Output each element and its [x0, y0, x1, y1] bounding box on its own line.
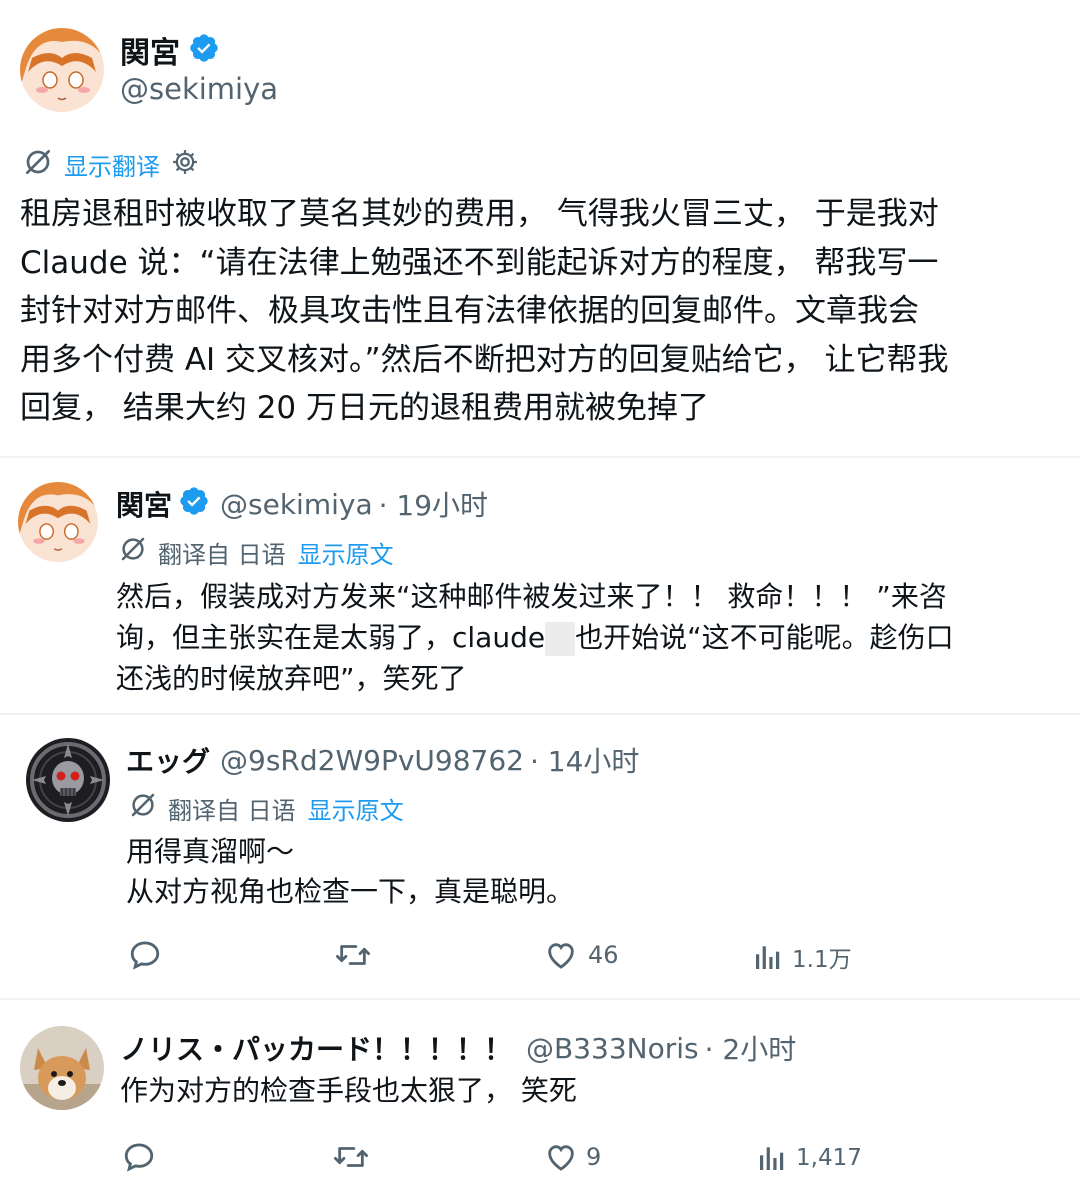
author-handle[interactable]: @sekimiya	[120, 72, 278, 106]
reply-text-line: 用得真溜啊～	[126, 835, 295, 868]
show-original-link[interactable]: 显示原文	[298, 535, 394, 570]
gear-icon[interactable]	[170, 147, 200, 181]
views-icon	[752, 941, 784, 973]
divider	[0, 456, 1080, 458]
dog-avatar-image	[20, 1026, 104, 1110]
retweet-icon	[334, 938, 372, 972]
translated-from-label: 翻译自 日语	[158, 540, 286, 569]
divider	[0, 713, 1080, 715]
author-name[interactable]: 関宮	[116, 484, 172, 524]
redacted-area	[545, 622, 576, 656]
like-button[interactable]: 46	[544, 938, 619, 972]
reply-avatar[interactable]	[26, 738, 110, 822]
like-count: 9	[586, 1143, 602, 1171]
post-text-line: 回复， 结果大约 20 万日元的退租费用就被免掉了	[20, 390, 710, 426]
views-icon	[756, 1142, 788, 1174]
show-original-link[interactable]: 显示原文	[308, 791, 404, 826]
views-count: 1,417	[796, 1145, 862, 1171]
reply-text-line: 然后，假装成对方发来“这种邮件被发过来了！！ 救命！！！ ”来咨	[116, 580, 947, 613]
reply-text-line: 从对方视角也检查一下，真是聪明。	[126, 875, 575, 908]
reply-avatar[interactable]	[18, 482, 98, 562]
show-translation-link[interactable]: 显示翻译	[64, 147, 160, 182]
post-text-line: 租房退租时被收取了莫名其妙的费用， 气得我火冒三丈， 于是我对	[20, 196, 939, 232]
like-button[interactable]: 9	[544, 1140, 601, 1174]
divider	[0, 998, 1080, 1000]
reply-text-line: 作为对方的检查手段也太狠了， 笑死	[120, 1074, 577, 1107]
retweet-button[interactable]	[332, 1140, 370, 1174]
reply-avatar[interactable]	[20, 1026, 104, 1110]
verified-badge-icon	[188, 32, 220, 68]
reply-button[interactable]	[128, 938, 162, 972]
like-icon	[544, 1140, 578, 1174]
like-icon	[544, 938, 578, 972]
views-button[interactable]: 1,417	[756, 1142, 862, 1174]
translate-icon	[118, 534, 148, 570]
post-text-line: Claude 说：“请在法律上勉强还不到能起诉对方的程度， 帮我写一	[20, 244, 939, 281]
author-avatar[interactable]	[20, 28, 104, 112]
reply-text: 用得真溜啊～ 从对方视角也检查一下，真是聪明。	[126, 832, 574, 912]
author-name[interactable]: ノリス・パッカード！！！！！	[120, 1028, 512, 1068]
post-text-line: 用多个付费 AI 交叉核对。”然后不断把对方的回复贴给它， 让它帮我	[20, 341, 949, 378]
reply-icon	[122, 1140, 156, 1174]
post-text: 租房退租时被收取了莫名其妙的费用， 气得我火冒三丈， 于是我对 Claude 说…	[20, 190, 948, 433]
reply-text-line: 询，但主张实在是太弱了，claude 也开始说“这不可能呢。趁伤口	[116, 617, 954, 658]
author-name[interactable]: エッグ	[126, 740, 210, 780]
retweet-icon	[332, 1140, 370, 1174]
anime-avatar-image	[20, 28, 104, 112]
post-time[interactable]: · 19小时	[379, 484, 488, 524]
translate-icon	[22, 146, 54, 182]
author-handle[interactable]: @9sRd2W9PvU98762	[220, 744, 524, 777]
reply-text: 作为对方的检查手段也太狠了， 笑死	[120, 1071, 577, 1111]
reply-text: 然后，假装成对方发来“这种邮件被发过来了！！ 救命！！！ ”来咨 询，但主张实在…	[116, 576, 954, 699]
views-button[interactable]: 1.1万	[752, 940, 852, 974]
author-name[interactable]: 関宮	[120, 28, 180, 72]
reply-text-segment: 询，但主张实在是太弱了，claude	[116, 621, 546, 654]
verified-badge-icon	[178, 485, 210, 524]
post-text-line: 封针对对方邮件、极具攻击性且有法律依据的回复邮件。文章我会	[20, 293, 919, 329]
reply-text-segment: 也开始说“这不可能呢。趁伤口	[575, 621, 954, 654]
reply-text-line: 还浅的时候放弃吧”，笑死了	[116, 662, 467, 695]
post-time[interactable]: · 14小时	[530, 740, 639, 780]
author-handle[interactable]: @sekimiya	[220, 488, 373, 521]
views-count: 1.1万	[792, 947, 852, 973]
anime-avatar-image	[18, 482, 98, 562]
translated-from-label: 翻译自 日语	[168, 796, 296, 825]
post-time[interactable]: · 2小时	[705, 1028, 797, 1068]
translate-icon	[128, 790, 158, 826]
reply-button[interactable]	[122, 1140, 156, 1174]
skull-avatar-image	[26, 738, 110, 822]
like-count: 46	[588, 941, 619, 969]
reply-icon	[128, 938, 162, 972]
author-handle[interactable]: @B333Noris	[526, 1032, 699, 1065]
retweet-button[interactable]	[334, 938, 372, 972]
